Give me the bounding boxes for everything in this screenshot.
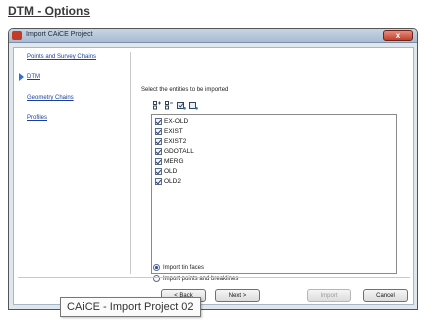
checkbox[interactable] (155, 148, 162, 155)
title-bar[interactable]: Import CAiCE Project x (9, 29, 417, 43)
entity-list[interactable]: EX-OLD EXIST EXIST2 GDOTALL MERG OLD OLD… (151, 114, 397, 274)
select-all-icon[interactable] (153, 101, 162, 110)
taskbar-tooltip: CAiCE - Import Project 02 (60, 297, 201, 317)
option-import-tin-faces[interactable]: Import tin faces (153, 263, 204, 272)
active-arrow-icon (19, 73, 24, 81)
instruction-text: Select the entities to be imported (141, 87, 229, 93)
check-selected-icon[interactable] (177, 101, 186, 110)
checkbox[interactable] (155, 168, 162, 175)
page-heading: DTM - Options (8, 4, 90, 18)
list-item[interactable]: EX-OLD (155, 117, 188, 126)
deselect-all-icon[interactable] (165, 101, 174, 110)
checkbox[interactable] (155, 128, 162, 135)
checkbox[interactable] (155, 158, 162, 165)
dialog-body: Points and Survey Chains DTM Geometry Ch… (13, 47, 414, 305)
window-title: Import CAiCE Project (26, 31, 93, 38)
entity-label: EXIST (164, 128, 183, 135)
caice-app-icon (12, 31, 22, 40)
radio-label: Import tin faces (163, 264, 205, 271)
nav-item-geometry-chains[interactable]: Geometry Chains (27, 95, 74, 101)
checkbox[interactable] (155, 138, 162, 145)
horizontal-divider (18, 277, 410, 278)
close-button[interactable]: x (383, 30, 413, 41)
nav-item-points-and-survey-chains[interactable]: Points and Survey Chains (27, 54, 96, 60)
radio-button[interactable] (153, 264, 160, 271)
entity-label: EXIST2 (164, 138, 187, 145)
checkbox[interactable] (155, 118, 162, 125)
import-dialog: Import CAiCE Project x Points and Survey… (8, 28, 418, 310)
uncheck-selected-icon[interactable] (189, 101, 198, 110)
list-item[interactable]: OLD2 (155, 177, 181, 186)
vertical-divider (130, 52, 131, 274)
nav-item-profiles[interactable]: Profiles (27, 115, 47, 121)
entity-label: OLD2 (164, 178, 181, 185)
list-item[interactable]: EXIST (155, 127, 183, 136)
option-import-points-and-breaklines[interactable]: Import points and breaklines (153, 274, 238, 283)
entity-label: OLD (164, 168, 178, 175)
import-button[interactable]: Import (307, 289, 351, 302)
cancel-button[interactable]: Cancel (363, 289, 408, 302)
checkbox[interactable] (155, 178, 162, 185)
entity-label: EX-OLD (164, 118, 189, 125)
list-item[interactable]: OLD (155, 167, 177, 176)
list-item[interactable]: MERG (155, 157, 184, 166)
list-item[interactable]: EXIST2 (155, 137, 186, 146)
nav-item-dtm[interactable]: DTM (27, 74, 40, 80)
next-button[interactable]: Next > (215, 289, 260, 302)
entity-label: GDOTALL (164, 148, 194, 155)
list-item[interactable]: GDOTALL (155, 147, 194, 156)
entity-label: MERG (164, 158, 184, 165)
